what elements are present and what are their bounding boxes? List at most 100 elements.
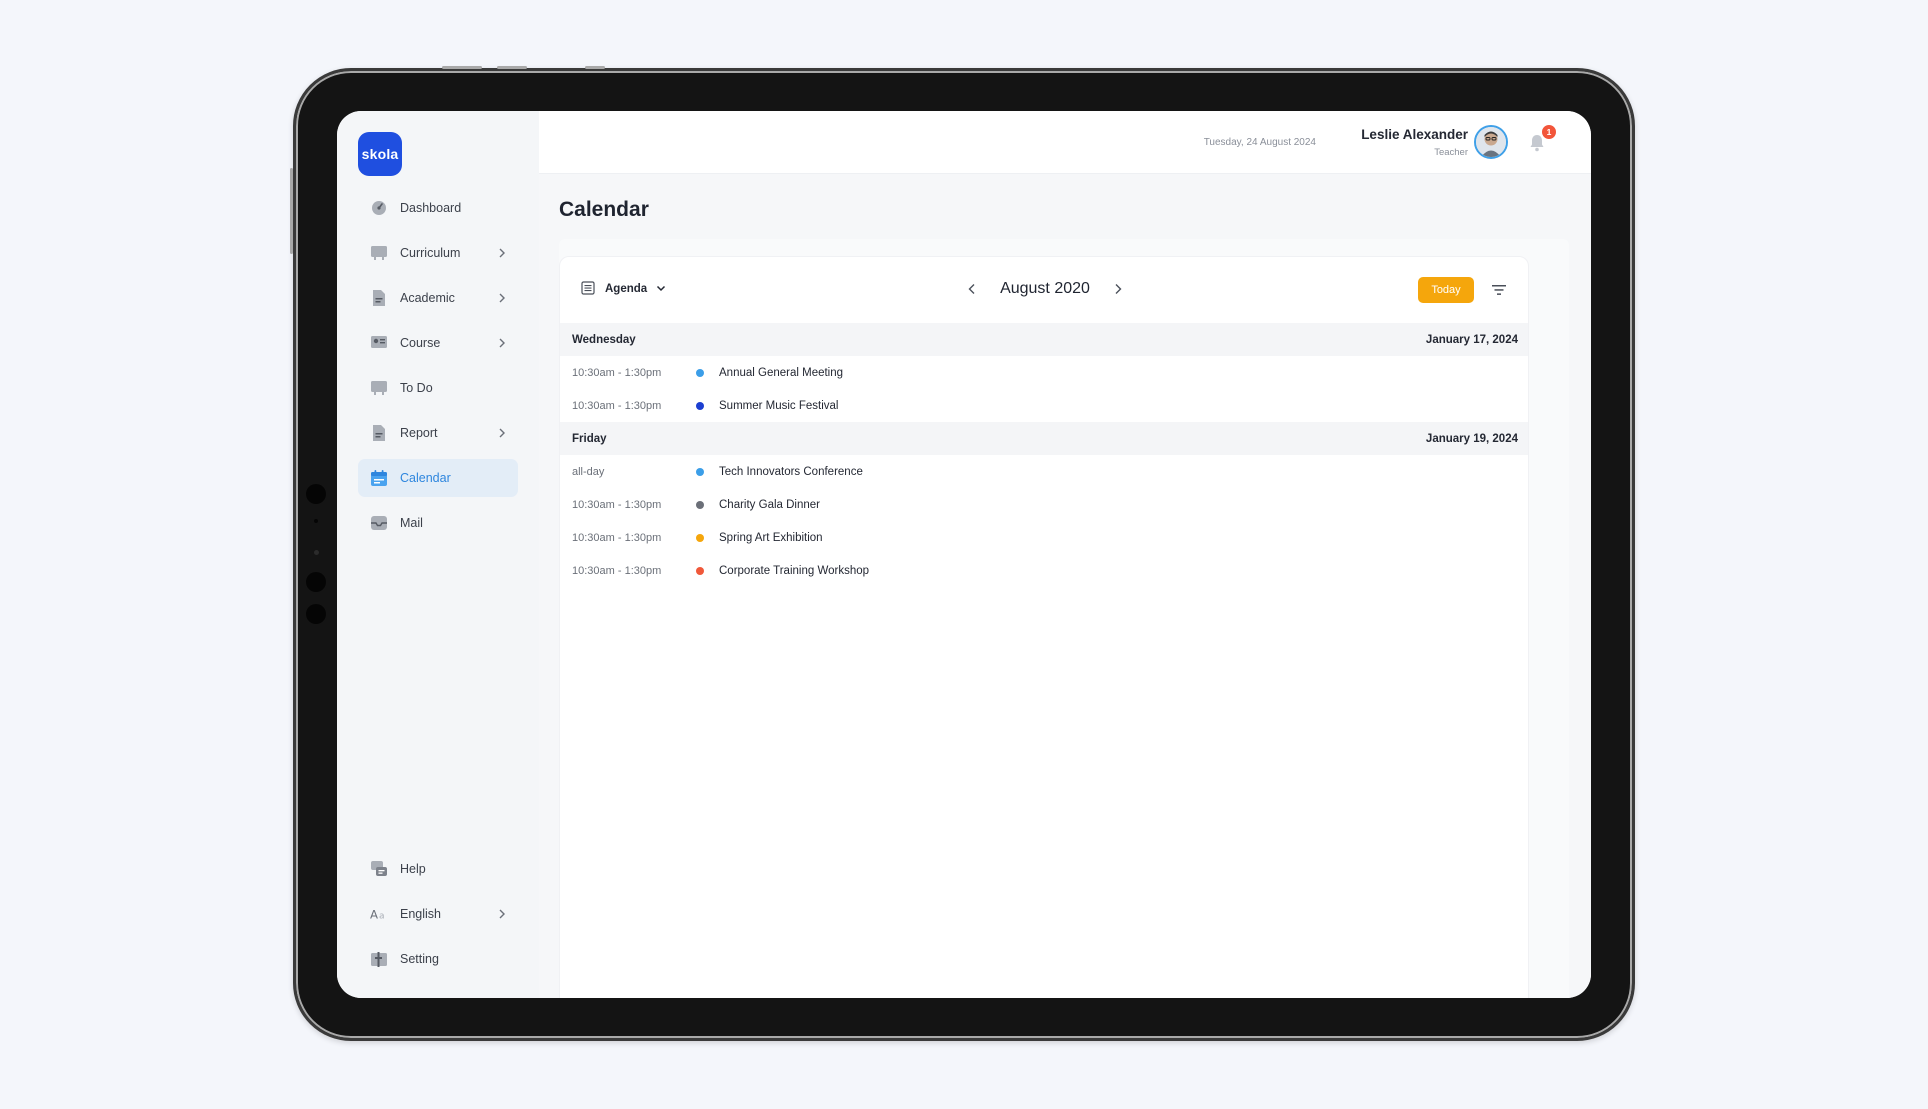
tablet-camera-dot-4 (306, 572, 326, 592)
sidebar-item-academic[interactable]: Academic (358, 279, 518, 317)
chevron-right-icon (494, 248, 510, 258)
sidebar-item-report[interactable]: Report (358, 414, 518, 452)
previous-month-button[interactable] (962, 279, 982, 299)
skola-logo[interactable]: skola (358, 132, 402, 176)
sidebar-item-calendar[interactable]: Calendar (358, 459, 518, 497)
event-time: 10:30am - 1:30pm (572, 564, 662, 577)
event-color-dot (696, 566, 704, 575)
event-time: 10:30am - 1:30pm (572, 531, 662, 544)
sidebar-item-dashboard[interactable]: Dashboard (358, 189, 518, 227)
notification-badge: 1 (1541, 124, 1557, 140)
sidebar-item-language[interactable]: Aa English (358, 895, 518, 933)
tablet-top-button-1 (442, 66, 482, 69)
event-row[interactable]: 10:30am - 1:30pm Annual General Meeting (560, 356, 1528, 389)
tablet-camera-dot-2 (314, 519, 318, 523)
event-time: 10:30am - 1:30pm (572, 399, 662, 412)
agenda-day-header: Wednesday January 17, 2024 (560, 323, 1528, 356)
academic-document-icon (370, 289, 388, 307)
event-color-dot (696, 533, 704, 542)
calendar-card: Agenda August 2020 Today Wednesday Janua… (559, 256, 1529, 998)
event-title: Tech Innovators Conference (719, 465, 863, 478)
event-row[interactable]: 10:30am - 1:30pm Corporate Training Work… (560, 554, 1528, 587)
event-color-dot (696, 401, 704, 410)
setting-icon (370, 950, 388, 968)
page-title: Calendar (559, 198, 649, 221)
tablet-top-button-3 (585, 66, 605, 69)
event-row[interactable]: 10:30am - 1:30pm Spring Art Exhibition (560, 521, 1528, 554)
sidebar-item-label: Curriculum (400, 246, 461, 260)
sidebar-item-label: Help (400, 862, 426, 876)
language-aa-icon: Aa (370, 905, 388, 923)
view-select-label: Agenda (605, 283, 648, 295)
day-weekday: Wednesday (572, 333, 636, 346)
view-select-dropdown[interactable]: Agenda (581, 281, 669, 297)
event-color-dot (696, 467, 704, 476)
day-date: January 19, 2024 (1425, 432, 1518, 445)
sidebar-item-label: Dashboard (400, 201, 462, 215)
tablet-top-button-2 (497, 66, 527, 69)
sidebar-item-label: Academic (400, 291, 455, 305)
sidebar-item-todo[interactable]: To Do (358, 369, 518, 407)
tablet-camera-dot-3 (314, 550, 319, 555)
today-button[interactable]: Today (1418, 277, 1474, 303)
dashboard-gauge-icon (370, 199, 388, 217)
tablet-camera-dot-1 (306, 484, 326, 504)
month-navigation: August 2020 (560, 279, 1528, 299)
event-title: Spring Art Exhibition (719, 531, 823, 544)
sidebar-item-label: Setting (400, 952, 439, 966)
calendar-icon (370, 469, 388, 487)
svg-text:A: A (370, 908, 378, 922)
month-label: August 2020 (1000, 280, 1090, 297)
agenda-day-header: Friday January 19, 2024 (560, 422, 1528, 455)
day-date: January 17, 2024 (1425, 333, 1518, 346)
user-name[interactable]: Leslie Alexander (1361, 127, 1468, 142)
todo-board-icon (370, 379, 388, 397)
chevron-right-icon (494, 338, 510, 348)
app-screen: skola Dashboard Curriculum Academic Cour… (337, 111, 1591, 998)
event-title: Charity Gala Dinner (719, 498, 820, 511)
chevron-right-icon (494, 428, 510, 438)
tablet-side-button (290, 168, 293, 254)
event-time: all-day (572, 465, 605, 478)
event-row[interactable]: 10:30am - 1:30pm Charity Gala Dinner (560, 488, 1528, 521)
event-row[interactable]: 10:30am - 1:30pm Summer Music Festival (560, 389, 1528, 422)
event-title: Annual General Meeting (719, 366, 844, 379)
filter-icon[interactable] (1490, 281, 1508, 299)
chevron-down-icon (655, 282, 669, 296)
avatar[interactable] (1474, 125, 1508, 159)
event-title: Corporate Training Workshop (719, 564, 869, 577)
svg-text:a: a (379, 912, 385, 922)
chevron-right-icon (494, 909, 510, 919)
event-time: 10:30am - 1:30pm (572, 498, 662, 511)
mail-inbox-icon (370, 514, 388, 532)
page-background: skola Dashboard Curriculum Academic Cour… (0, 0, 1928, 1109)
sidebar-item-label: Report (400, 426, 438, 440)
header-date: Tuesday, 24 August 2024 (1203, 137, 1316, 148)
curriculum-board-icon (370, 244, 388, 262)
sidebar: skola Dashboard Curriculum Academic Cour… (337, 111, 539, 998)
next-month-button[interactable] (1108, 279, 1128, 299)
tablet-camera-dot-5 (306, 604, 326, 624)
event-time: 10:30am - 1:30pm (572, 366, 662, 379)
calendar-toolbar: Agenda August 2020 Today (560, 257, 1528, 323)
event-title: Summer Music Festival (719, 399, 839, 412)
sidebar-item-curriculum[interactable]: Curriculum (358, 234, 518, 272)
user-role: Teacher (1434, 147, 1468, 158)
sidebar-item-mail[interactable]: Mail (358, 504, 518, 542)
event-row[interactable]: all-day Tech Innovators Conference (560, 455, 1528, 488)
main-content: Calendar Agenda August 2020 Today Wednes… (539, 174, 1591, 998)
day-weekday: Friday (572, 432, 607, 445)
sidebar-item-label: To Do (400, 381, 433, 395)
course-card-icon (370, 334, 388, 352)
sidebar-item-label: Mail (400, 516, 423, 530)
chevron-right-icon (494, 293, 510, 303)
sidebar-item-course[interactable]: Course (358, 324, 518, 362)
help-chat-icon (370, 860, 388, 878)
sidebar-item-label: English (400, 907, 441, 921)
sidebar-item-help[interactable]: Help (358, 850, 518, 888)
event-color-dot (696, 368, 704, 377)
list-view-icon (581, 281, 597, 297)
event-color-dot (696, 500, 704, 509)
report-document-icon (370, 424, 388, 442)
sidebar-item-setting[interactable]: Setting (358, 940, 518, 978)
